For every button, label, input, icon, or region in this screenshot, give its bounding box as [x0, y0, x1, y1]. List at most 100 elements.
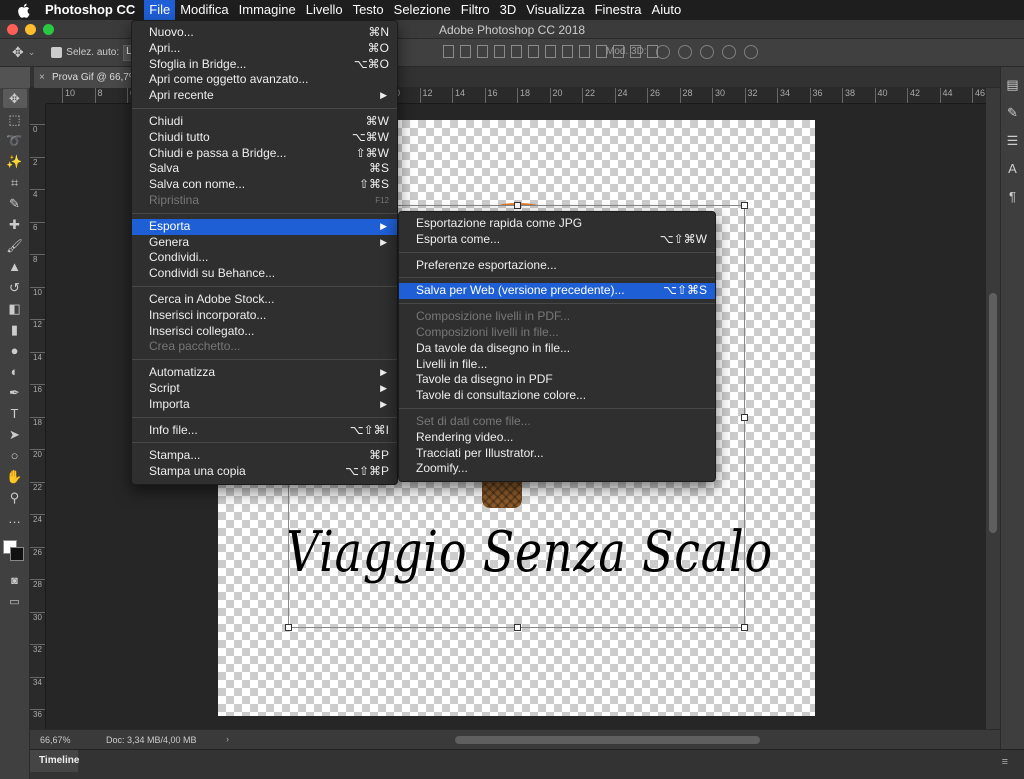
blur-tool-icon[interactable]: ●: [3, 341, 27, 360]
background-color-swatch[interactable]: [10, 547, 24, 561]
document-tab[interactable]: × Prova Gif @ 66,7%: [34, 67, 136, 88]
file-menu-item-inserisci-incorporato[interactable]: Inserisci incorporato...: [132, 308, 397, 324]
export-menu-item-esportazione-rapida-come-jpg[interactable]: Esportazione rapida come JPG: [399, 216, 715, 232]
marquee-tool-icon[interactable]: ⬚: [3, 110, 27, 129]
menu-selezione[interactable]: Selezione: [389, 0, 456, 20]
file-menu-item-stampa[interactable]: Stampa... ⌘P: [132, 448, 397, 464]
file-menu-item-condividi-su-behance[interactable]: Condividi su Behance...: [132, 266, 397, 282]
transform-handle[interactable]: [285, 624, 292, 631]
zoom-tool-icon[interactable]: ⚲: [3, 488, 27, 507]
menu-aiuto[interactable]: Aiuto: [647, 0, 687, 20]
file-menu-item-salva-con-nome[interactable]: Salva con nome... ⇧⌘S: [132, 177, 397, 193]
transform-handle[interactable]: [514, 624, 521, 631]
file-menu-item-chiudi[interactable]: Chiudi ⌘W: [132, 114, 397, 130]
dodge-tool-icon[interactable]: ◐: [3, 362, 27, 381]
move-tool-icon[interactable]: ✥: [2, 89, 27, 108]
timeline-tab[interactable]: Timeline: [30, 750, 79, 772]
orbit-3d-icon[interactable]: [656, 45, 670, 59]
history-brush-icon[interactable]: ↺: [3, 278, 27, 297]
horizontal-scrollbar-thumb[interactable]: [455, 736, 760, 744]
align-right-icon[interactable]: [528, 45, 539, 58]
align-hcenter-icon[interactable]: [511, 45, 522, 58]
transform-handle[interactable]: [741, 624, 748, 631]
history-panel-icon[interactable]: ▤: [1003, 75, 1023, 95]
distribute-2-icon[interactable]: [562, 45, 573, 58]
stamp-tool-icon[interactable]: ▲: [3, 257, 27, 276]
screen-mode-icon[interactable]: ▭: [3, 592, 27, 611]
file-menu-item-script[interactable]: Script ▶: [132, 381, 397, 397]
pen-tool-icon[interactable]: ✒: [3, 383, 27, 402]
file-menu-item-importa[interactable]: Importa ▶: [132, 397, 397, 413]
distribute-3-icon[interactable]: [579, 45, 590, 58]
brush-tool-icon[interactable]: 🖌: [3, 236, 27, 255]
file-menu-item-nuovo[interactable]: Nuovo... ⌘N: [132, 25, 397, 41]
menu-filtro[interactable]: Filtro: [456, 0, 495, 20]
menu-finestra[interactable]: Finestra: [590, 0, 647, 20]
export-menu-item-da-tavole-da-disegno-in-file[interactable]: Da tavole da disegno in file...: [399, 341, 715, 357]
align-vcenter-icon[interactable]: [460, 45, 471, 58]
character-panel-icon[interactable]: A: [1003, 159, 1023, 179]
file-menu-item-chiudi-e-passa-a-bridge[interactable]: Chiudi e passa a Bridge... ⇧⌘W: [132, 146, 397, 162]
export-menu-item-tavole-da-disegno-in-pdf[interactable]: Tavole da disegno in PDF: [399, 372, 715, 388]
file-menu-item-apri[interactable]: Apri... ⌘O: [132, 41, 397, 57]
file-menu-item-chiudi-tutto[interactable]: Chiudi tutto ⌥⌘W: [132, 130, 397, 146]
align-bottom-icon[interactable]: [477, 45, 488, 58]
export-menu-item-livelli-in-file[interactable]: Livelli in file...: [399, 357, 715, 373]
move-tool-preset-icon[interactable]: ✥: [12, 44, 24, 61]
crop-tool-icon[interactable]: ⌗: [3, 173, 27, 192]
transform-handle[interactable]: [514, 202, 521, 209]
eyedropper-icon[interactable]: ✎: [3, 194, 27, 213]
gradient-tool-icon[interactable]: ▮: [3, 320, 27, 339]
menu-immagine[interactable]: Immagine: [234, 0, 301, 20]
distribute-icon[interactable]: [545, 45, 556, 58]
brush-settings-icon[interactable]: ✎: [1003, 103, 1023, 123]
file-menu-item-apri-come-oggetto-avanzato[interactable]: Apri come oggetto avanzato...: [132, 72, 397, 88]
vertical-scrollbar[interactable]: [986, 88, 1000, 729]
file-menu-item-esporta[interactable]: Esporta ▶: [132, 218, 397, 235]
hand-tool-icon[interactable]: ✋: [3, 467, 27, 486]
scale-3d-icon[interactable]: [744, 45, 758, 59]
close-tab-icon[interactable]: ×: [39, 67, 45, 88]
path-select-icon[interactable]: ➤: [3, 425, 27, 444]
file-menu-item-inserisci-collegato[interactable]: Inserisci collegato...: [132, 324, 397, 340]
export-menu-item-esporta-come[interactable]: Esporta come... ⌥⇧⌘W: [399, 232, 715, 248]
export-menu-item-preferenze-esportazione[interactable]: Preferenze esportazione...: [399, 258, 715, 274]
roll-3d-icon[interactable]: [678, 45, 692, 59]
status-menu-arrow[interactable]: ›: [226, 734, 229, 744]
panel-menu-icon[interactable]: ≡: [1002, 756, 1008, 768]
more-tools-icon[interactable]: …: [3, 509, 27, 528]
quick-mask-icon[interactable]: ◙: [3, 571, 27, 590]
menu-visualizza[interactable]: Visualizza: [521, 0, 589, 20]
file-menu-item-salva[interactable]: Salva ⌘S: [132, 161, 397, 177]
zoom-level[interactable]: 66,67%: [40, 735, 71, 745]
file-menu-item-apri-recente[interactable]: Apri recente ▶: [132, 88, 397, 104]
file-menu-item-sfoglia-in-bridge[interactable]: Sfoglia in Bridge... ⌥⌘O: [132, 57, 397, 73]
apple-icon[interactable]: [14, 0, 32, 20]
align-top-icon[interactable]: [443, 45, 454, 58]
pan-3d-icon[interactable]: [700, 45, 714, 59]
slide-3d-icon[interactable]: [722, 45, 736, 59]
paragraph-panel-icon[interactable]: ¶: [1003, 187, 1023, 207]
menu-modifica[interactable]: Modifica: [175, 0, 233, 20]
export-menu-item-tracciati-per-illustrator[interactable]: Tracciati per Illustrator...: [399, 446, 715, 462]
export-menu-item-rendering-video[interactable]: Rendering video...: [399, 430, 715, 446]
menu-livello[interactable]: Livello: [301, 0, 348, 20]
ellipse-tool-icon[interactable]: ○: [3, 446, 27, 465]
export-menu-item-tavole-di-consultazione-colore[interactable]: Tavole di consultazione colore...: [399, 388, 715, 404]
app-menu[interactable]: Photoshop CC: [40, 0, 140, 20]
eraser-icon[interactable]: ◧: [3, 299, 27, 318]
menu-testo[interactable]: Testo: [348, 0, 389, 20]
file-menu-item-stampa-una-copia[interactable]: Stampa una copia ⌥⇧⌘P: [132, 464, 397, 480]
autoselect-checkbox[interactable]: [51, 47, 63, 58]
magic-wand-icon[interactable]: ✨: [3, 152, 27, 171]
export-menu-item-salva-per-web-versione-precedente[interactable]: Salva per Web (versione precedente)... ⌥⇧…: [399, 283, 715, 300]
chevron-down-icon[interactable]: ⌄: [28, 47, 36, 58]
export-menu-item-zoomify[interactable]: Zoomify...: [399, 461, 715, 477]
file-menu-item-cerca-in-adobe-stock[interactable]: Cerca in Adobe Stock...: [132, 292, 397, 308]
vertical-ruler[interactable]: 02468101214161820222426283032343638: [30, 104, 46, 729]
type-tool-icon[interactable]: T: [3, 404, 27, 423]
file-menu-item-automatizza[interactable]: Automatizza ▶: [132, 365, 397, 381]
file-menu-item-info-file[interactable]: Info file... ⌥⇧⌘I: [132, 423, 397, 439]
adjustments-panel-icon[interactable]: ☰: [1003, 131, 1023, 151]
lasso-tool-icon[interactable]: ➰: [3, 131, 27, 150]
